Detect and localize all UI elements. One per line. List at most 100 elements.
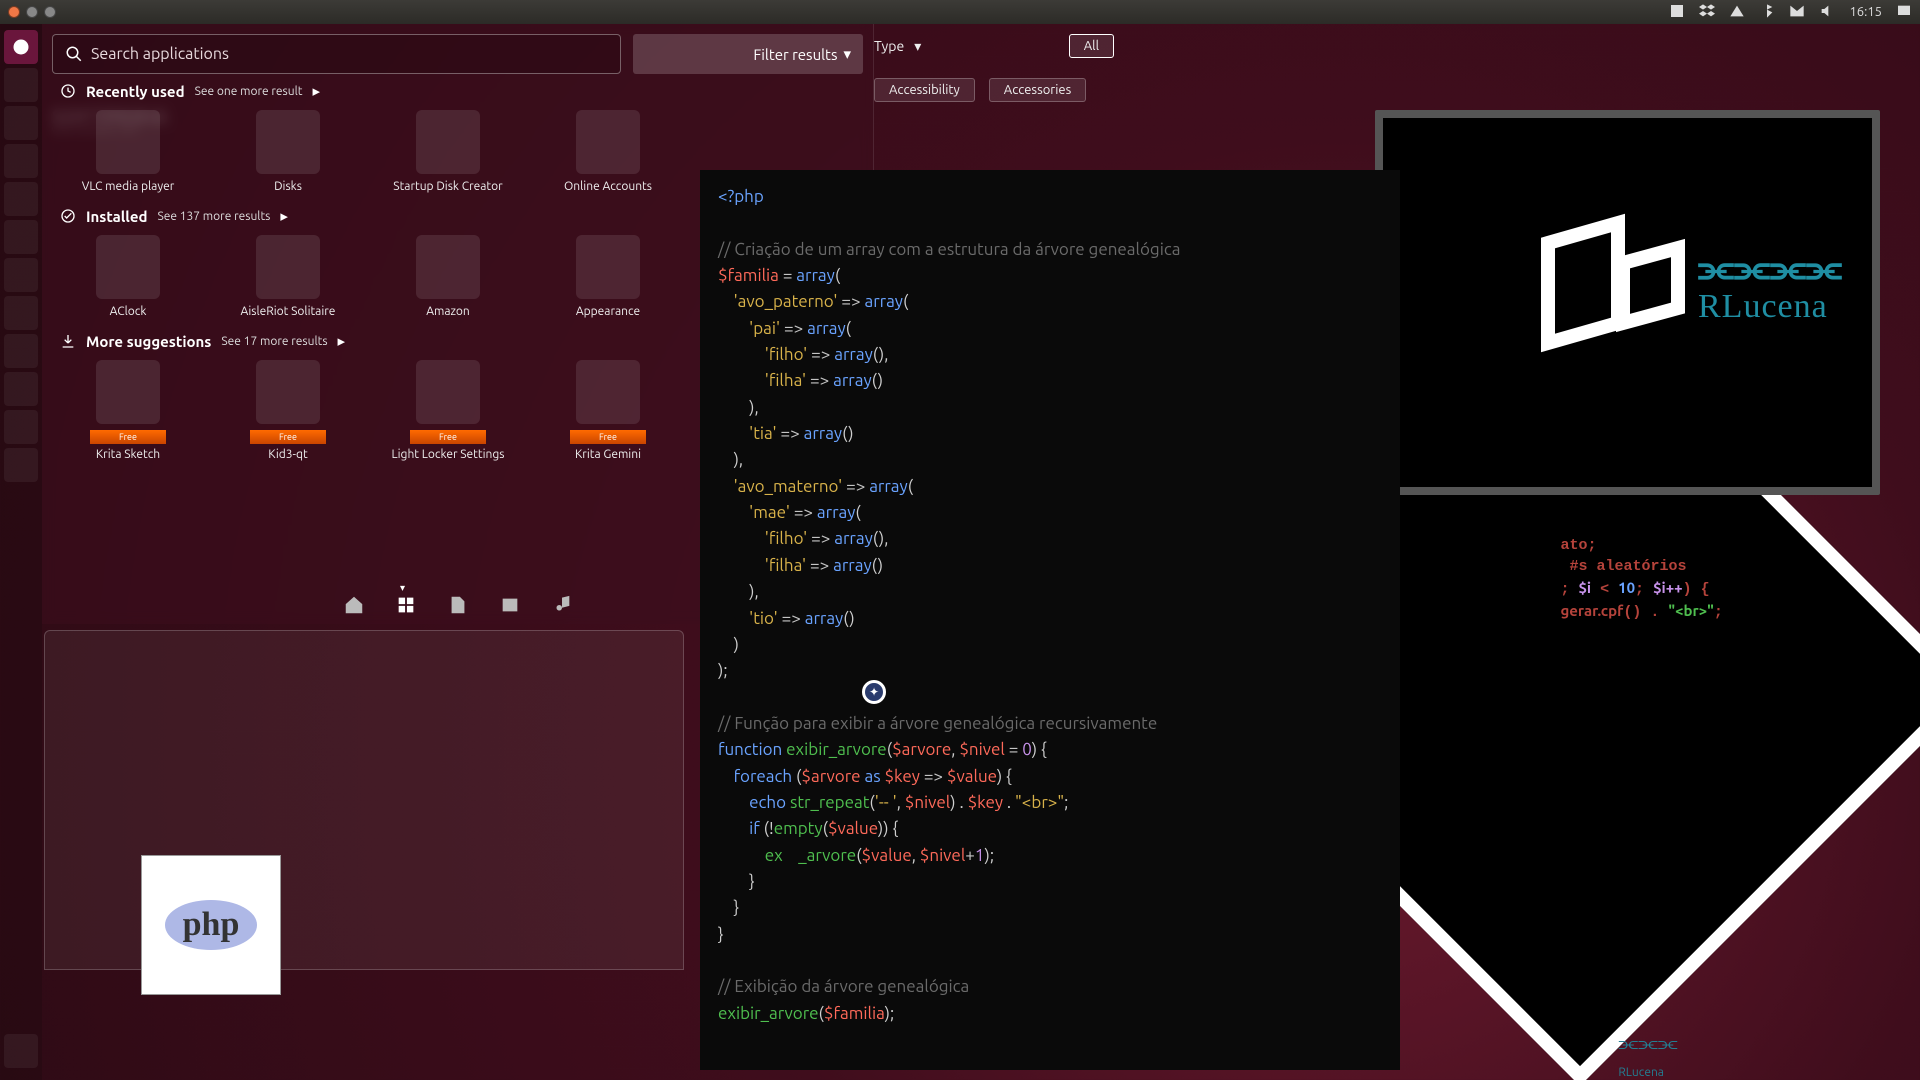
rlucena-logo: ⫘⫘⫘⫘ RLucena [1698, 248, 1842, 326]
lens-video-icon[interactable] [499, 594, 521, 616]
app-icon [256, 360, 320, 424]
app-label: Disks [228, 180, 348, 193]
minimize-icon[interactable] [26, 6, 38, 18]
session-icon[interactable] [1896, 3, 1912, 22]
launcher-item[interactable] [4, 258, 38, 292]
app-icon [576, 360, 640, 424]
app-label: AClock [68, 305, 188, 318]
app-tile[interactable]: Free Krita Gemini [548, 360, 668, 461]
app-label: Appearance [548, 305, 668, 318]
network-icon[interactable] [1729, 3, 1745, 22]
app-label: AisleRiot Solitaire [228, 305, 348, 318]
launcher-item[interactable] [4, 182, 38, 216]
launcher-item[interactable] [4, 334, 38, 368]
app-icon [416, 235, 480, 299]
maximize-icon[interactable] [44, 6, 56, 18]
trash-icon[interactable] [4, 1034, 38, 1068]
chevron-right-icon: ▸ [338, 332, 346, 350]
launcher-item[interactable] [4, 68, 38, 102]
filter-results-button[interactable]: Filter results ▾ [633, 34, 863, 74]
app-label: Krita Sketch [68, 448, 188, 461]
app-tile[interactable]: Startup Disk Creator [388, 110, 508, 193]
app-tile[interactable]: Appearance [548, 235, 668, 318]
app-tile[interactable]: Free Light Locker Settings [388, 360, 508, 461]
filter-panel: Type ▾ All Accessibility Accessories [874, 24, 1114, 164]
filter-all-button[interactable]: All [1069, 34, 1114, 58]
clock[interactable]: 16:15 [1849, 5, 1882, 19]
top-panel: 16:15 [0, 0, 1920, 24]
rlucena-small-logo: ⫘⫘⫘RLucena [1618, 1030, 1677, 1080]
lens-files-icon[interactable] [447, 594, 469, 616]
see-more-link[interactable]: See 17 more results [221, 335, 327, 348]
launcher-item[interactable] [4, 372, 38, 406]
filter-cat-accessibility[interactable]: Accessibility [874, 78, 975, 102]
filter-type-label: Type [874, 38, 904, 54]
app-label: Light Locker Settings [388, 448, 508, 461]
mail-icon[interactable] [1789, 3, 1805, 22]
app-icon [576, 235, 640, 299]
lens-caret-icon: ▾ [400, 582, 405, 594]
app-tile[interactable]: Amazon [388, 235, 508, 318]
lens-music-icon[interactable] [551, 594, 573, 616]
clock-icon [60, 83, 76, 99]
app-label: Krita Gemini [548, 448, 668, 461]
launcher-item[interactable] [4, 144, 38, 178]
launcher-item[interactable] [4, 296, 38, 330]
rotated-code-snippet: ato; #s aleatórios ; $i < 10; $i++) { ge… [1560, 535, 1722, 623]
app-label: Amazon [388, 305, 508, 318]
close-icon[interactable] [8, 6, 20, 18]
launcher-item[interactable] [4, 106, 38, 140]
app-label: VLC media player [68, 180, 188, 193]
app-icon [256, 110, 320, 174]
free-badge: Free [90, 430, 166, 444]
launcher-item[interactable] [4, 220, 38, 254]
section-recent-title: Recently used [86, 83, 185, 100]
filter-cat-accessories[interactable]: Accessories [989, 78, 1086, 102]
app-icon [416, 360, 480, 424]
filter-results-label: Filter results [753, 46, 837, 63]
preview-window: ⫘⫘⫘⫘ RLucena [1375, 110, 1880, 495]
launcher-item[interactable] [4, 448, 38, 482]
free-badge: Free [570, 430, 646, 444]
check-icon [60, 208, 76, 224]
app-icon [96, 110, 160, 174]
search-input[interactable] [91, 45, 608, 63]
app-icon [256, 235, 320, 299]
dash-button[interactable] [4, 30, 38, 64]
files-window[interactable]: php [44, 630, 684, 970]
app-icon [416, 110, 480, 174]
app-icon [96, 360, 160, 424]
see-more-link[interactable]: See one more result [195, 85, 303, 98]
lens-home-icon[interactable] [343, 594, 365, 616]
launcher-item[interactable] [4, 410, 38, 444]
chevron-right-icon: ▸ [280, 207, 288, 225]
section-installed-title: Installed [86, 208, 147, 225]
app-tile[interactable]: FreeKid3-qt [228, 360, 348, 461]
cursor-badge-icon: ✦ [862, 680, 886, 704]
systray: 16:15 [1669, 3, 1912, 22]
see-more-link[interactable]: See 137 more results [157, 210, 270, 223]
unity-launcher [0, 24, 42, 1080]
code-editor: <?php // Criação de um array com a estru… [700, 170, 1400, 1070]
download-icon [60, 333, 76, 349]
app-label: Startup Disk Creator [388, 180, 508, 193]
app-label: Kid3-qt [228, 448, 348, 461]
search-icon [65, 45, 83, 63]
dropbox-icon[interactable] [1699, 3, 1715, 22]
app-tile[interactable]: AisleRiot Solitaire [228, 235, 348, 318]
app-tile[interactable]: Disks [228, 110, 348, 193]
app-icon [576, 110, 640, 174]
app-icon [96, 235, 160, 299]
app-tile[interactable]: VLC media player [68, 110, 188, 193]
app-label: Online Accounts [548, 180, 668, 193]
php-logo[interactable]: php [141, 855, 281, 995]
volume-icon[interactable] [1819, 3, 1835, 22]
bluetooth-icon[interactable] [1759, 3, 1775, 22]
app-tile[interactable]: Free Krita Sketch [68, 360, 188, 461]
indicator-icon[interactable] [1669, 3, 1685, 22]
free-badge: Free [410, 430, 486, 444]
app-tile[interactable]: Online Accounts [548, 110, 668, 193]
lens-apps-icon[interactable] [395, 594, 417, 616]
search-field[interactable] [52, 34, 621, 74]
app-tile[interactable]: AClock [68, 235, 188, 318]
